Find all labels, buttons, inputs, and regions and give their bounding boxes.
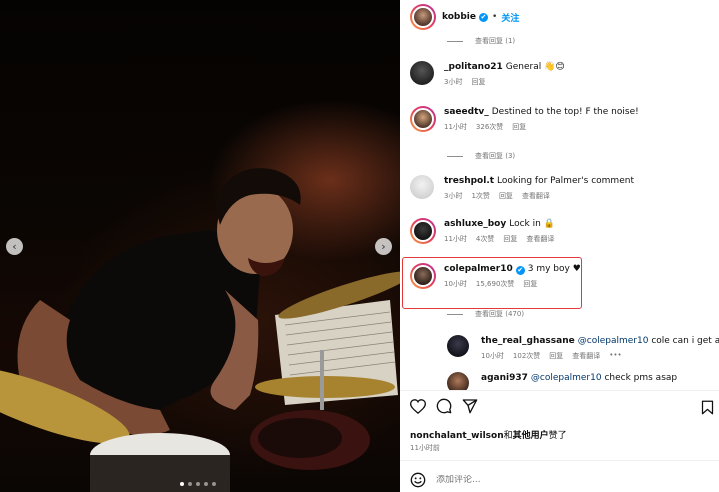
avatar[interactable]	[412, 220, 434, 242]
avatar[interactable]	[412, 6, 434, 28]
avatar[interactable]	[410, 61, 434, 85]
heart-icon[interactable]	[410, 398, 426, 414]
comment-item: _politano21 General 👋😊 3小时 回复	[410, 61, 565, 87]
divider-line	[447, 155, 463, 157]
comment-time: 11小时	[444, 235, 467, 243]
comment-icon[interactable]	[436, 398, 452, 414]
post-image: ‹ ›	[0, 0, 400, 492]
comment-text: 3 my boy ♥	[527, 264, 581, 274]
avatar[interactable]	[447, 335, 469, 357]
avatar-ring[interactable]	[410, 263, 436, 289]
avatar[interactable]	[412, 108, 434, 130]
divider-line	[447, 313, 463, 315]
likes-connector: 和	[503, 431, 513, 441]
reply-time: 10小时	[481, 352, 504, 360]
view-replies-label[interactable]: 查看回复 (1)	[475, 36, 515, 46]
comment-input[interactable]	[436, 475, 636, 485]
reply-likes[interactable]: 102次赞	[513, 351, 540, 361]
translate-button[interactable]: 查看翻译	[526, 234, 554, 244]
post-header: kobbie ✔ • 关注	[400, 0, 719, 34]
next-image-button[interactable]: ›	[375, 238, 392, 255]
verified-icon: ✔	[479, 12, 489, 22]
other-likers[interactable]: 其他用户	[513, 431, 549, 441]
divider-line	[447, 40, 463, 42]
likes-suffix: 赞了	[548, 431, 567, 441]
comment-username[interactable]: colepalmer10	[444, 264, 513, 274]
comment-time: 3小时	[444, 192, 463, 200]
emoji-icon[interactable]	[410, 472, 426, 488]
translate-button[interactable]: 查看翻译	[522, 191, 550, 201]
comment-username[interactable]: _politano21	[444, 62, 503, 72]
view-replies-label[interactable]: 查看回复 (3)	[475, 151, 515, 161]
author-username[interactable]: kobbie	[442, 12, 476, 22]
previous-image-button[interactable]: ‹	[6, 238, 23, 255]
comment-username[interactable]: ashluxe_boy	[444, 219, 506, 229]
avatar[interactable]	[447, 372, 469, 390]
reply-item: agani937 @colepalmer10 check pms asap	[447, 372, 677, 390]
avatar[interactable]	[410, 175, 434, 199]
reply-button[interactable]: 回复	[503, 234, 517, 244]
post-sidebar: kobbie ✔ • 关注 查看回复 (1) _politano21 Genera…	[400, 0, 719, 492]
reply-text: check pms asap	[604, 373, 678, 383]
more-options-icon[interactable]: •••	[609, 351, 621, 361]
comment-time: 10小时	[444, 280, 467, 288]
mention-link[interactable]: @colepalmer10	[578, 336, 649, 346]
drummer-photo	[0, 168, 400, 492]
view-replies-button[interactable]: 查看回复 (3)	[447, 151, 515, 161]
view-replies-button[interactable]: 查看回复 (1)	[447, 36, 515, 46]
view-replies-button[interactable]: 查看回复 (470)	[447, 309, 524, 319]
reply-button[interactable]: 回复	[499, 191, 513, 201]
view-replies-label[interactable]: 查看回复 (470)	[475, 309, 524, 319]
comment-likes[interactable]: 326次赞	[476, 122, 503, 132]
separator-dot: •	[492, 12, 498, 22]
comment-text: Looking for Palmer's comment	[497, 176, 634, 186]
liker-username[interactable]: nonchalant_wilson	[410, 431, 504, 441]
carousel-dot	[180, 482, 184, 486]
mention-link[interactable]: @colepalmer10	[531, 373, 602, 383]
share-icon[interactable]	[462, 398, 478, 414]
add-comment-bar	[410, 472, 636, 488]
divider	[400, 390, 719, 391]
post-time: 11小时前	[410, 444, 440, 452]
comment-item: saeedtv_ Destined to the top! F the noise…	[410, 106, 639, 132]
reply-button[interactable]: 回复	[523, 279, 537, 289]
comment-username[interactable]: saeedtv_	[444, 107, 489, 117]
comment-list[interactable]: 查看回复 (1) _politano21 General 👋😊 3小时 回复 sa…	[400, 34, 719, 390]
comment-likes[interactable]: 15,690次赞	[476, 279, 515, 289]
carousel-dots	[180, 482, 216, 486]
comment-time: 3小时	[444, 78, 463, 86]
author-avatar-ring[interactable]	[410, 4, 436, 30]
comment-text: General 👋😊	[505, 62, 565, 72]
comment-likes[interactable]: 4次赞	[476, 234, 494, 244]
reply-button[interactable]: 回复	[471, 77, 485, 87]
reply-button[interactable]: 回复	[512, 122, 526, 132]
carousel-dot	[212, 482, 216, 486]
comment-username[interactable]: treshpol.t	[444, 176, 494, 186]
comment-item: ashluxe_boy Lock in 🔒 11小时 4次赞 回复 查看翻译	[410, 218, 555, 244]
avatar-ring[interactable]	[410, 218, 436, 244]
reply-text: cole can i get a hi	[651, 336, 719, 346]
bookmark-icon[interactable]	[701, 400, 714, 415]
avatar[interactable]	[412, 265, 434, 287]
likes-summary[interactable]: nonchalant_wilson和其他用户赞了	[410, 428, 567, 441]
comment-time: 11小时	[444, 123, 467, 131]
carousel-dot	[204, 482, 208, 486]
carousel-dot	[188, 482, 192, 486]
comment-text: Lock in 🔒	[509, 219, 555, 229]
reply-item: the_real_ghassane @colepalmer10 cole can …	[447, 335, 719, 361]
action-bar	[410, 398, 478, 414]
reply-button[interactable]: 回复	[549, 351, 563, 361]
comment-item: treshpol.t Looking for Palmer's comment 3…	[410, 175, 634, 201]
reply-username[interactable]: the_real_ghassane	[481, 336, 575, 346]
follow-button[interactable]: 关注	[501, 11, 519, 24]
comment-text: Destined to the top! F the noise!	[491, 107, 639, 117]
translate-button[interactable]: 查看翻译	[572, 351, 600, 361]
comment-likes[interactable]: 1次赞	[471, 191, 489, 201]
avatar-ring[interactable]	[410, 106, 436, 132]
reply-username[interactable]: agani937	[481, 373, 528, 383]
carousel-dot	[196, 482, 200, 486]
comment-item-highlighted: colepalmer10 ✔ 3 my boy ♥ 10小时 15,690次赞 回复	[410, 263, 581, 289]
divider	[400, 460, 719, 461]
verified-icon: ✔	[515, 266, 525, 275]
